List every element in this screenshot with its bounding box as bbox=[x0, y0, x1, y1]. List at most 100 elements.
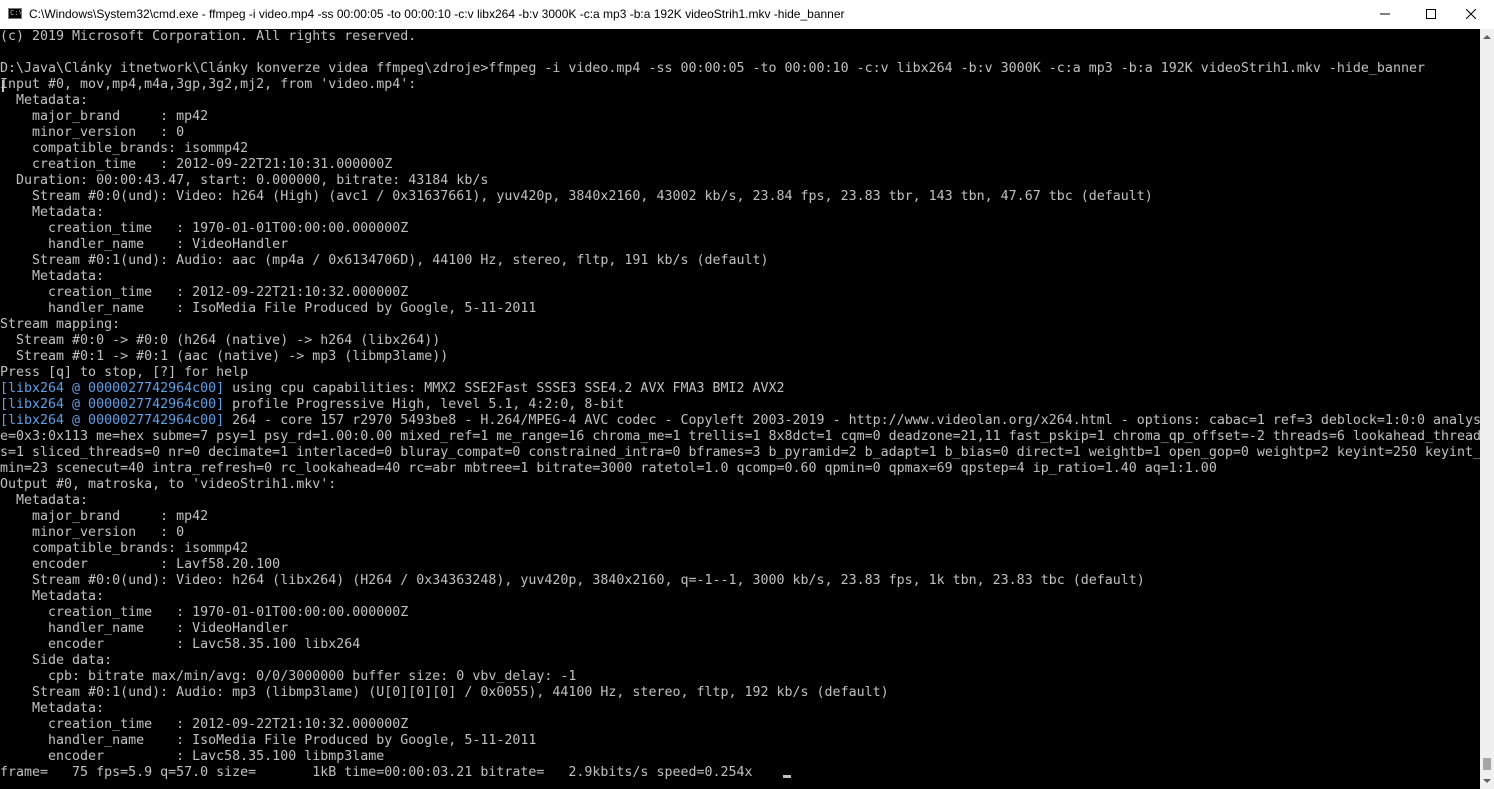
console-line-text: encoder : Lavc58.35.100 libmp3lame bbox=[0, 749, 385, 764]
minimize-icon bbox=[1380, 13, 1390, 15]
console-line-text: handler_name : VideoHandler bbox=[0, 237, 289, 252]
console-line-text: handler_name : VideoHandler bbox=[0, 621, 289, 636]
console-line-text: Metadata: bbox=[0, 589, 105, 604]
console-line: [libx264 @ 0000027742964c00] 264 - core … bbox=[0, 413, 1480, 429]
window-title: C:\Windows\System32\cmd.exe - ffmpeg -i … bbox=[29, 7, 845, 21]
console-line: (c) 2019 Microsoft Corporation. All righ… bbox=[0, 29, 1480, 45]
console-line-text: minor_version : 0 bbox=[0, 125, 185, 140]
console-line: creation_time : 2012-09-22T21:10:32.0000… bbox=[0, 285, 1480, 301]
console-line: s=1 sliced_threads=0 nr=0 decimate=1 int… bbox=[0, 445, 1480, 461]
scroll-thumb[interactable] bbox=[1483, 758, 1491, 770]
console-line: Stream #0:1(und): Audio: aac (mp4a / 0x6… bbox=[0, 253, 1480, 269]
console-line-text: creation_time : 1970-01-01T00:00:00.0000… bbox=[0, 221, 409, 236]
console-line-text: handler_name : IsoMedia File Produced by… bbox=[0, 733, 537, 748]
console-line: Output #0, matroska, to 'videoStrih1.mkv… bbox=[0, 477, 1480, 493]
console-line-text: Stream #0:0(und): Video: h264 (libx264) … bbox=[0, 573, 1145, 588]
console-window: C:\ C:\Windows\System32\cmd.exe - ffmpeg… bbox=[0, 0, 1494, 789]
console-line: Metadata: bbox=[0, 269, 1480, 285]
console-line-text: creation_time : 2012-09-22T21:10:32.0000… bbox=[0, 717, 409, 732]
console-line: min=23 scenecut=40 intra_refresh=0 rc_lo… bbox=[0, 461, 1480, 477]
console-output[interactable]: (c) 2019 Microsoft Corporation. All righ… bbox=[0, 29, 1480, 789]
console-line: Stream #0:1(und): Audio: mp3 (libmp3lame… bbox=[0, 685, 1480, 701]
console-line: Stream #0:0(und): Video: h264 (libx264) … bbox=[0, 573, 1480, 589]
console-line-text: Stream #0:1 -> #0:1 (aac (native) -> mp3… bbox=[0, 349, 449, 364]
console-line: handler_name : VideoHandler bbox=[0, 237, 1480, 253]
console-line-text: 264 - core 157 r2970 5493be8 - H.264/MPE… bbox=[224, 413, 1480, 428]
console-line: Metadata: bbox=[0, 589, 1480, 605]
vertical-scrollbar[interactable] bbox=[1480, 29, 1494, 789]
console-line: e=0x3:0x113 me=hex subme=7 psy=1 psy_rd=… bbox=[0, 429, 1480, 445]
console-line: compatible_brands: isommp42 bbox=[0, 141, 1480, 157]
close-button[interactable] bbox=[1448, 0, 1494, 29]
console-line-text: Metadata: bbox=[0, 93, 89, 108]
log-source-prefix: [libx264 @ 0000027742964c00] bbox=[0, 397, 225, 412]
console-line-text: e=0x3:0x113 me=hex subme=7 psy=1 psy_rd=… bbox=[0, 429, 1480, 444]
scroll-down-button[interactable] bbox=[1480, 772, 1494, 789]
console-line: compatible_brands: isommp42 bbox=[0, 541, 1480, 557]
console-line: Metadata: bbox=[0, 493, 1480, 509]
console-line-text: Press [q] to stop, [?] for help bbox=[0, 365, 249, 380]
console-line: Duration: 00:00:43.47, start: 0.000000, … bbox=[0, 173, 1480, 189]
console-line-text: using cpu capabilities: MMX2 SSE2Fast SS… bbox=[224, 381, 785, 396]
console-line: Metadata: bbox=[0, 701, 1480, 717]
console-line: Stream #0:0(und): Video: h264 (High) (av… bbox=[0, 189, 1480, 205]
console-icon[interactable]: C:\ bbox=[8, 8, 22, 19]
console-line-text: Metadata: bbox=[0, 701, 105, 716]
console-line-text: Input #0, mov,mp4,m4a,3gp,3g2,mj2, from … bbox=[0, 77, 417, 92]
console-line: Stream #0:0 -> #0:0 (h264 (native) -> h2… bbox=[0, 333, 1480, 349]
console-line-text: s=1 sliced_threads=0 nr=0 decimate=1 int… bbox=[0, 445, 1480, 460]
console-line: encoder : Lavc58.35.100 libmp3lame bbox=[0, 749, 1480, 765]
console-line-text: profile Progressive High, level 5.1, 4:2… bbox=[224, 397, 625, 412]
console-line: D:\Java\Články itnetwork\Články konverze… bbox=[0, 61, 1480, 77]
console-line: creation_time : 2012-09-22T21:10:31.0000… bbox=[0, 157, 1480, 173]
log-source-prefix: [libx264 @ 0000027742964c00] bbox=[0, 381, 225, 396]
console-line: Press [q] to stop, [?] for help bbox=[0, 365, 1480, 381]
console-line-text: cpb: bitrate max/min/avg: 0/0/3000000 bu… bbox=[0, 669, 577, 684]
console-line-text: compatible_brands: isommp42 bbox=[0, 141, 249, 156]
console-line: handler_name : VideoHandler bbox=[0, 621, 1480, 637]
console-line-text: Metadata: bbox=[0, 493, 89, 508]
console-line: Side data: bbox=[0, 653, 1480, 669]
console-line-text: creation_time : 2012-09-22T21:10:32.0000… bbox=[0, 285, 409, 300]
console-line-text: min=23 scenecut=40 intra_refresh=0 rc_lo… bbox=[0, 461, 1217, 476]
console-line: Stream #0:1 -> #0:1 (aac (native) -> mp3… bbox=[0, 349, 1480, 365]
text-caret bbox=[2, 80, 4, 92]
console-line-text: (c) 2019 Microsoft Corporation. All righ… bbox=[0, 29, 417, 44]
console-line-text: creation_time : 1970-01-01T00:00:00.0000… bbox=[0, 605, 409, 620]
console-line: handler_name : IsoMedia File Produced by… bbox=[0, 301, 1480, 317]
console-line: Stream mapping: bbox=[0, 317, 1480, 333]
console-line: creation_time : 1970-01-01T00:00:00.0000… bbox=[0, 605, 1480, 621]
console-line-text: handler_name : IsoMedia File Produced by… bbox=[0, 301, 537, 316]
minimize-button[interactable] bbox=[1362, 0, 1408, 29]
chevron-down-icon bbox=[1483, 779, 1491, 783]
console-line: major_brand : mp42 bbox=[0, 509, 1480, 525]
console-line: [libx264 @ 0000027742964c00] using cpu c… bbox=[0, 381, 1480, 397]
title-bar[interactable]: C:\ C:\Windows\System32\cmd.exe - ffmpeg… bbox=[0, 0, 1494, 29]
console-line: frame= 75 fps=5.9 q=57.0 size= 1kB time=… bbox=[0, 765, 1480, 781]
console-line-text: Output #0, matroska, to 'videoStrih1.mkv… bbox=[0, 477, 337, 492]
console-line-text: major_brand : mp42 bbox=[0, 509, 209, 524]
console-line-text: Side data: bbox=[0, 653, 113, 668]
console-line: major_brand : mp42 bbox=[0, 109, 1480, 125]
console-line-text: Stream #0:1(und): Audio: aac (mp4a / 0x6… bbox=[0, 253, 769, 268]
maximize-icon bbox=[1426, 9, 1436, 19]
console-line-text: Metadata: bbox=[0, 205, 105, 220]
console-line: creation_time : 1970-01-01T00:00:00.0000… bbox=[0, 221, 1480, 237]
console-line: creation_time : 2012-09-22T21:10:32.0000… bbox=[0, 717, 1480, 733]
console-line: minor_version : 0 bbox=[0, 525, 1480, 541]
console-cursor bbox=[783, 775, 791, 778]
console-line-text: major_brand : mp42 bbox=[0, 109, 209, 124]
console-line-text: Duration: 00:00:43.47, start: 0.000000, … bbox=[0, 173, 489, 188]
scroll-up-button[interactable] bbox=[1480, 29, 1494, 46]
console-line: [libx264 @ 0000027742964c00] profile Pro… bbox=[0, 397, 1480, 413]
console-line-text: Stream #0:0 -> #0:0 (h264 (native) -> h2… bbox=[0, 333, 441, 348]
close-icon bbox=[1466, 9, 1476, 19]
console-line-text: encoder : Lavf58.20.100 bbox=[0, 557, 281, 572]
console-line: minor_version : 0 bbox=[0, 125, 1480, 141]
console-line: cpb: bitrate max/min/avg: 0/0/3000000 bu… bbox=[0, 669, 1480, 685]
console-line: handler_name : IsoMedia File Produced by… bbox=[0, 733, 1480, 749]
console-line-text: Metadata: bbox=[0, 269, 105, 284]
console-line: Metadata: bbox=[0, 205, 1480, 221]
chevron-up-icon bbox=[1483, 35, 1491, 39]
